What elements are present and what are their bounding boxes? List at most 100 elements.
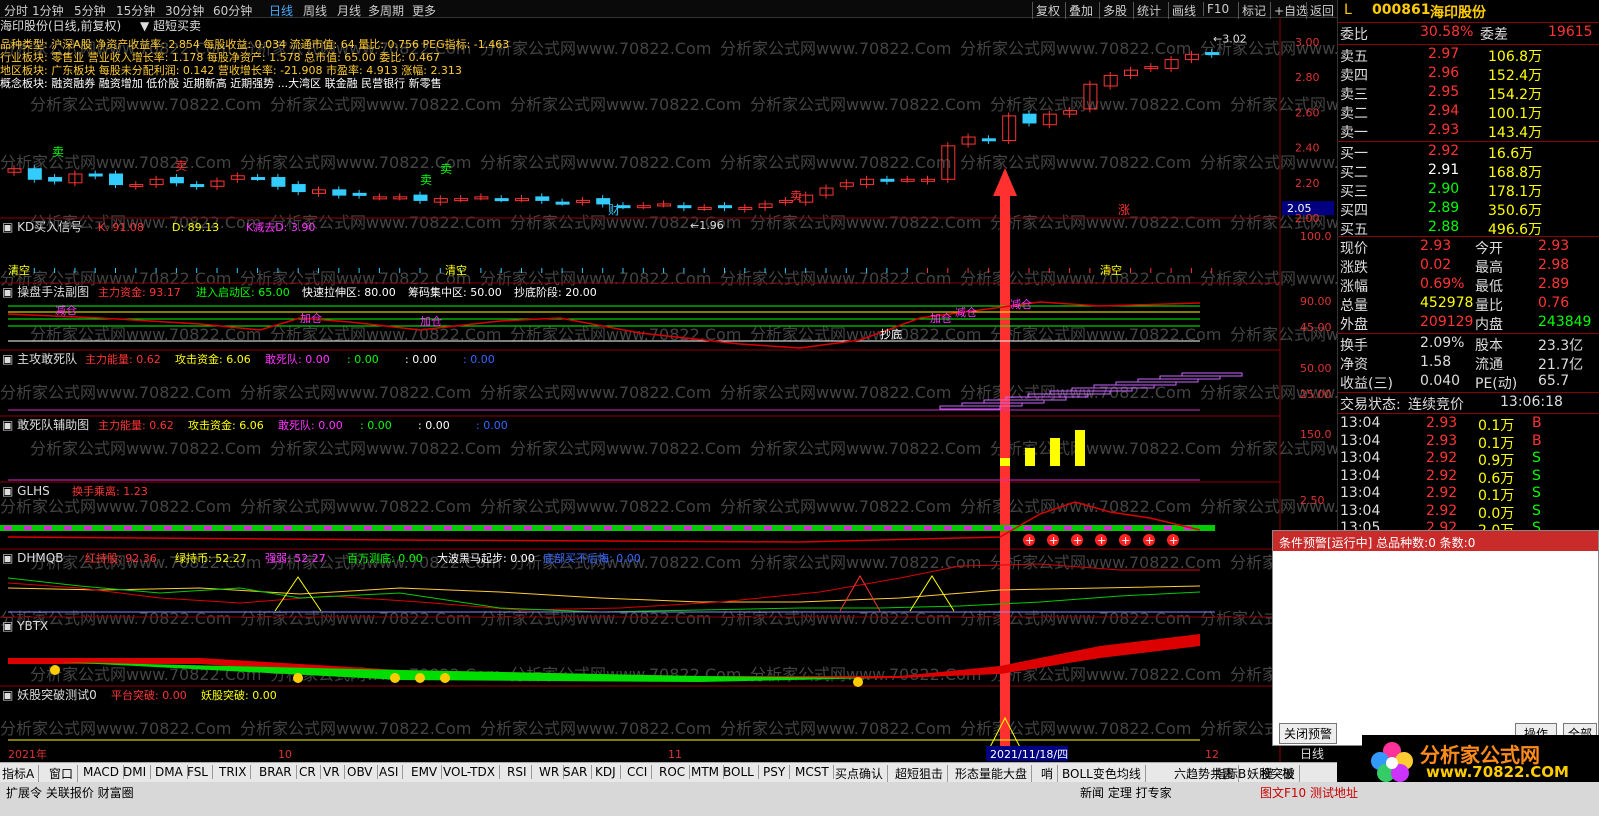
ask-row-cell: 100.1万 xyxy=(1488,106,1543,122)
bid-row-cell: 2.89 xyxy=(1428,200,1460,216)
energy-bar xyxy=(1000,458,1010,466)
indicator-panel: ▣ 敢死队辅助图 主力能量: 0.62 攻击资金: 6.06 敢死队: 0.00: 0… xyxy=(2,417,1332,441)
indicator-tab[interactable]: 窗口 xyxy=(49,765,79,782)
panel-name[interactable]: ▣ DHMQB xyxy=(2,551,63,565)
stat-row: 总量 452978 量比 0.76 xyxy=(1338,295,1599,314)
indicator-tab[interactable]: VOL-TDX xyxy=(443,765,500,779)
glhs-dash xyxy=(424,526,432,530)
indicator-tab[interactable]: OBV xyxy=(347,765,378,779)
indicator-tab[interactable]: 超短狙击 xyxy=(895,765,949,782)
weibi-row-cell: 30.58% xyxy=(1420,24,1474,40)
period-tab[interactable]: 1分钟 xyxy=(32,2,64,19)
indicator-tab[interactable]: DMA xyxy=(155,765,188,779)
toolbar-button[interactable]: 返回 xyxy=(1306,2,1334,19)
indicator-tab[interactable]: MACD xyxy=(83,765,124,779)
indicator-tab[interactable]: VR xyxy=(323,765,345,779)
panel-name[interactable]: ▣ 主攻敢死队 xyxy=(2,351,77,366)
period-tab[interactable]: 60分钟 xyxy=(213,2,252,19)
glhs-dash xyxy=(24,526,32,530)
indicator-panel: ▣ DHMQB 红持股: 92.36 绿持币: 52.27 强弱: 52.27 百万测底… xyxy=(2,551,641,565)
stat-row: 涨跌 0.02 最高 2.98 xyxy=(1338,257,1599,276)
stat-row-cell: 452978 xyxy=(1420,295,1474,311)
indicator-tab[interactable]: WR xyxy=(539,765,565,779)
trade-label: 减仓 xyxy=(1010,297,1032,311)
panel-value: : 0.00 xyxy=(476,419,508,432)
candle-body xyxy=(332,189,347,196)
status-left: 扩展令 关联报价 财富圈 xyxy=(6,786,134,800)
toolbar-button[interactable]: 叠加 xyxy=(1065,2,1093,19)
low-price-label: ←1.96 xyxy=(690,219,724,232)
glhs-dash xyxy=(104,526,112,530)
stat-row-cell: 243849 xyxy=(1538,314,1592,330)
indicator-tab[interactable]: SAR xyxy=(563,765,593,779)
close-alert-button[interactable]: 关闭预警 xyxy=(1279,723,1338,744)
indicator-tab[interactable]: KDJ xyxy=(595,765,621,779)
tick-row-cell: S xyxy=(1532,502,1541,519)
stat-row-cell: 内盘 xyxy=(1475,317,1503,333)
indicator-tab[interactable]: 哨 xyxy=(1041,765,1059,782)
toolbar-button[interactable]: F10 xyxy=(1203,2,1229,16)
row-divider xyxy=(1338,236,1599,237)
bid-row-cell: 16.6万 xyxy=(1488,146,1534,162)
indicator-tab[interactable]: BRAR xyxy=(259,765,297,779)
indicator-tab[interactable]: DMI xyxy=(123,765,152,779)
indicator-tab[interactable]: 指标A xyxy=(2,765,40,782)
weibi-row: 委比 30.58% 委差 19615 xyxy=(1338,24,1599,43)
toolbar-button[interactable]: 标记 xyxy=(1238,2,1266,19)
indicator-tab[interactable]: PSY xyxy=(763,765,791,779)
indicator-tab[interactable]: TRIX xyxy=(219,765,252,779)
indicator-tab[interactable]: 指标B xyxy=(1214,765,1246,782)
period-tab[interactable]: 日线 xyxy=(269,2,293,19)
tick-row-cell: S xyxy=(1532,467,1541,484)
tick-row-cell: 2.93 xyxy=(1426,432,1458,449)
indicator-tab[interactable]: FSL xyxy=(187,765,213,779)
panel-value: 敢死队: 0.00 xyxy=(265,352,330,366)
watermark-text: 分析家公式网www.70822.Com xyxy=(960,39,1191,58)
period-tab[interactable]: 30分钟 xyxy=(165,2,204,19)
clear-label: 清空 xyxy=(445,263,467,277)
toolbar-button[interactable]: +自选 xyxy=(1270,2,1308,19)
indicator-tab[interactable]: MCST xyxy=(795,765,834,779)
tick-row-cell: 13:04 xyxy=(1340,432,1381,449)
panel-name[interactable]: ▣ 敢死队辅助图 xyxy=(2,417,89,432)
indicator-tab[interactable]: 板 xyxy=(1282,765,1294,782)
indicator-tab[interactable]: BOLL xyxy=(723,765,759,779)
tick-row: 13:04 2.92 0.9万 S xyxy=(1338,450,1599,469)
period-tab[interactable]: 分时 xyxy=(4,2,28,19)
indicator-tab[interactable]: ASI xyxy=(379,765,404,779)
period-tab[interactable]: 多周期 xyxy=(368,2,404,19)
indicator-tab[interactable]: 模 xyxy=(1261,765,1273,782)
glhs-dash xyxy=(964,526,972,530)
panel-name[interactable]: ▣ KD买入信号 xyxy=(2,220,82,234)
indicator-tab[interactable]: RSI xyxy=(507,765,532,779)
watermark-text: 分析家公式网www.70822.Com xyxy=(750,95,981,114)
panel-name[interactable]: ▣ 操盘手法副图 xyxy=(2,284,89,299)
indicator-tab[interactable]: BOLL变色均线 xyxy=(1062,765,1146,782)
toolbar-button[interactable]: 统计 xyxy=(1133,2,1161,19)
period-tab[interactable]: 5分钟 xyxy=(74,2,106,19)
ask-row: 卖二 2.94 100.1万 xyxy=(1338,103,1599,122)
period-tab[interactable]: 周线 xyxy=(303,2,327,19)
period-tab[interactable]: 月线 xyxy=(337,2,361,19)
indicator-tab[interactable]: CCI xyxy=(627,765,653,779)
stock-header-cell: L xyxy=(1344,2,1352,18)
toolbar-button[interactable]: 多股 xyxy=(1099,2,1127,19)
watermark-text: 分析家公式网www.70822.Com xyxy=(720,719,951,738)
watermark-text: 分析家公式网www.70822.Com xyxy=(1230,439,1337,458)
panel-axis-label: 2.50 xyxy=(1300,494,1325,507)
period-tab[interactable]: 更多 xyxy=(412,2,436,19)
price-axis-label: 3.00 xyxy=(1295,36,1320,49)
panel-name[interactable]: ▣ GLHS xyxy=(2,484,50,498)
panel-name[interactable]: ▣ 妖股突破测试0 xyxy=(2,687,97,702)
indicator-tab[interactable]: CR xyxy=(299,765,321,779)
trade-status-row-cell: 13:06:18 xyxy=(1500,394,1563,410)
indicator-tab[interactable]: ROC xyxy=(659,765,691,779)
indicator-tab[interactable]: EMV xyxy=(411,765,443,779)
toolbar-button[interactable]: 复权 xyxy=(1032,2,1060,19)
indicator-tab[interactable]: 买点确认 xyxy=(835,765,889,782)
panel-name[interactable]: ▣ YBTX xyxy=(2,619,48,633)
indicator-tab[interactable]: 形态量能大盘 xyxy=(955,765,1033,782)
toolbar-button[interactable]: 画线 xyxy=(1168,2,1196,19)
period-tab[interactable]: 15分钟 xyxy=(116,2,155,19)
indicator-tab[interactable]: MTM xyxy=(691,765,725,779)
